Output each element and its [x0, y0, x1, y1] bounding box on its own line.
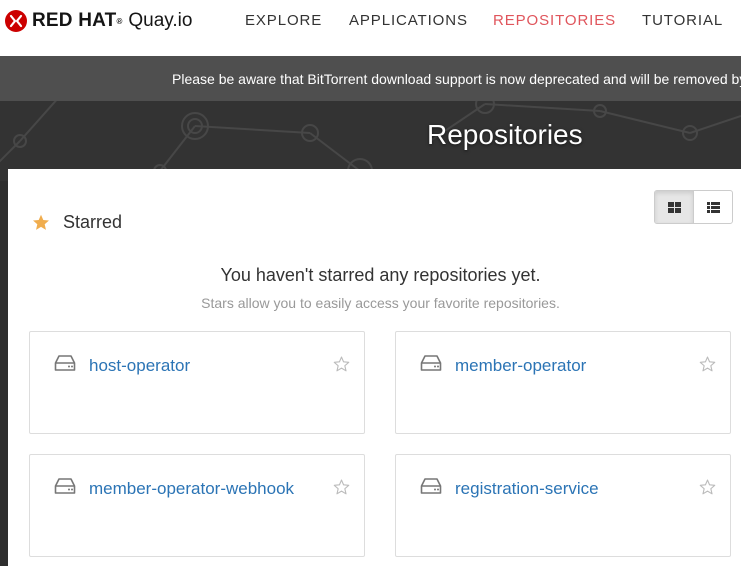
repo-name-link[interactable]: host-operator [89, 356, 190, 376]
list-view-button[interactable] [693, 191, 732, 223]
star-outline-icon[interactable] [699, 479, 716, 500]
empty-starred-title: You haven't starred any repositories yet… [220, 265, 541, 285]
brand-logo[interactable]: RED HAT ® Quay.io [5, 8, 192, 34]
star-outline-icon[interactable] [333, 479, 350, 500]
star-filled-icon [33, 214, 49, 230]
banner-text: Please be aware that BitTorrent download… [172, 71, 741, 87]
brand-name: RED HAT [32, 10, 117, 31]
announcement-banner: Please be aware that BitTorrent download… [0, 56, 741, 101]
repo-card[interactable]: host-operator [29, 331, 365, 434]
repo-name-link[interactable]: member-operator [455, 356, 586, 376]
repositories-panel: Starred You haven't starred any reposito… [8, 169, 741, 566]
view-toggle [654, 190, 733, 224]
nav-applications[interactable]: APPLICATIONS [349, 12, 468, 29]
nav-explore[interactable]: EXPLORE [245, 12, 322, 29]
nav-repositories[interactable]: REPOSITORIES [493, 12, 616, 29]
starred-section-header: Starred [32, 212, 122, 233]
repository-drive-icon [54, 477, 76, 500]
list-icon [706, 201, 720, 213]
repo-card[interactable]: member-operator [395, 331, 731, 434]
grid-icon [667, 201, 681, 213]
star-outline-icon[interactable] [333, 356, 350, 377]
page-title: Repositories [427, 119, 583, 150]
top-navbar: RED HAT ® Quay.io EXPLORE APPLICATIONS R… [0, 0, 741, 56]
nav-tutorial[interactable]: TUTORIAL [642, 12, 723, 29]
repo-card[interactable]: registration-service [395, 454, 731, 557]
star-outline-icon[interactable] [699, 356, 716, 377]
grid-view-button[interactable] [655, 191, 693, 223]
brand-product: Quay.io [128, 10, 193, 31]
empty-starred-subtitle: Stars allow you to easily access your fa… [201, 295, 560, 311]
repository-drive-icon [420, 354, 442, 377]
repository-drive-icon [54, 354, 76, 377]
starred-heading: Starred [63, 212, 123, 232]
repo-name-link[interactable]: registration-service [455, 479, 599, 499]
repository-drive-icon [420, 477, 442, 500]
redhat-hat-icon [5, 10, 27, 32]
repo-name-link[interactable]: member-operator-webhook [89, 479, 294, 499]
repo-card[interactable]: member-operator-webhook [29, 454, 365, 557]
registered-mark: ® [116, 16, 123, 26]
